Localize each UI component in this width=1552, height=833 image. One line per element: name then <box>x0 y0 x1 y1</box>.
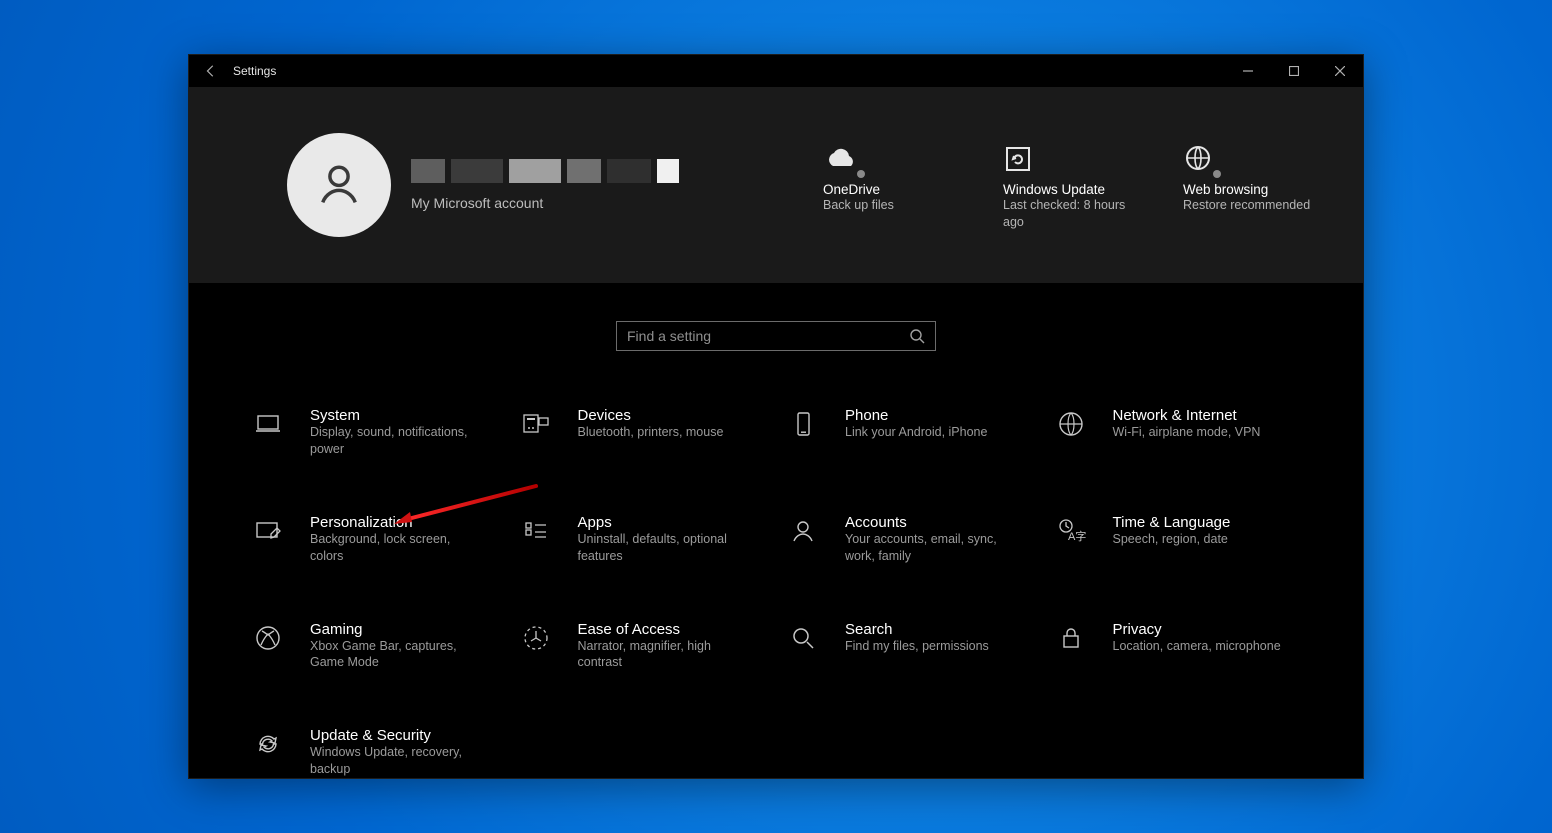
category-desc: Find my files, permissions <box>845 638 989 655</box>
body: SystemDisplay, sound, notifications, pow… <box>189 283 1363 778</box>
category-title: Devices <box>578 407 724 424</box>
account-text: My Microsoft account <box>411 159 679 211</box>
category-title: Network & Internet <box>1113 407 1261 424</box>
category-title: Ease of Access <box>578 621 748 638</box>
close-button[interactable] <box>1317 55 1363 87</box>
tile-onedrive[interactable]: OneDrive Back up files <box>823 140 955 230</box>
category-title: Privacy <box>1113 621 1281 638</box>
titlebar: Settings <box>189 55 1363 87</box>
account-subtitle: My Microsoft account <box>411 195 679 211</box>
category-desc: Windows Update, recovery, backup <box>310 744 480 778</box>
category-personalization[interactable]: PersonalizationBackground, lock screen, … <box>246 514 504 565</box>
status-dot <box>857 170 865 178</box>
tile-web-browsing[interactable]: Web browsing Restore recommended <box>1183 140 1315 230</box>
search-icon <box>781 621 825 672</box>
category-desc: Xbox Game Bar, captures, Game Mode <box>310 638 480 672</box>
laptop-icon <box>246 407 290 458</box>
tile-title: Windows Update <box>1003 182 1105 197</box>
category-title: Phone <box>845 407 987 424</box>
back-button[interactable] <box>189 64 233 78</box>
category-network[interactable]: Network & InternetWi-Fi, airplane mode, … <box>1049 407 1307 458</box>
category-desc: Link your Android, iPhone <box>845 424 987 441</box>
cloud-icon <box>823 140 857 178</box>
category-search[interactable]: SearchFind my files, permissions <box>781 621 1039 672</box>
category-title: Accounts <box>845 514 1015 531</box>
account-name-redacted <box>411 159 679 183</box>
person-icon <box>781 514 825 565</box>
category-title: System <box>310 407 480 424</box>
category-apps[interactable]: AppsUninstall, defaults, optional featur… <box>514 514 772 565</box>
category-desc: Speech, region, date <box>1113 531 1231 548</box>
maximize-button[interactable] <box>1271 55 1317 87</box>
search-icon <box>909 328 925 344</box>
category-time-language[interactable]: A字 Time & LanguageSpeech, region, date <box>1049 514 1307 565</box>
category-title: Gaming <box>310 621 480 638</box>
category-phone[interactable]: PhoneLink your Android, iPhone <box>781 407 1039 458</box>
category-desc: Bluetooth, printers, mouse <box>578 424 724 441</box>
close-icon <box>1335 66 1345 76</box>
arrow-left-icon <box>204 64 218 78</box>
category-update-security[interactable]: Update & SecurityWindows Update, recover… <box>246 727 504 778</box>
tile-sub: Restore recommended <box>1183 197 1310 213</box>
svg-text:A字: A字 <box>1068 529 1086 543</box>
status-dot <box>1213 170 1221 178</box>
person-icon <box>313 159 365 211</box>
category-desc: Background, lock screen, colors <box>310 531 480 565</box>
category-ease-of-access[interactable]: Ease of AccessNarrator, magnifier, high … <box>514 621 772 672</box>
category-desc: Wi-Fi, airplane mode, VPN <box>1113 424 1261 441</box>
category-accounts[interactable]: AccountsYour accounts, email, sync, work… <box>781 514 1039 565</box>
window-title: Settings <box>233 64 276 78</box>
category-gaming[interactable]: GamingXbox Game Bar, captures, Game Mode <box>246 621 504 672</box>
category-title: Personalization <box>310 514 480 531</box>
header-tiles: OneDrive Back up files Windows Update La… <box>823 140 1315 230</box>
account-section[interactable]: My Microsoft account <box>287 133 823 237</box>
minimize-icon <box>1243 66 1253 76</box>
update-icon <box>1003 140 1033 178</box>
tile-title: Web browsing <box>1183 182 1268 197</box>
avatar <box>287 133 391 237</box>
xbox-icon <box>246 621 290 672</box>
category-desc: Location, camera, microphone <box>1113 638 1281 655</box>
search-box[interactable] <box>616 321 936 351</box>
category-system[interactable]: SystemDisplay, sound, notifications, pow… <box>246 407 504 458</box>
category-title: Search <box>845 621 989 638</box>
globe-icon <box>1183 140 1213 178</box>
window-controls <box>1225 55 1363 87</box>
globe-icon <box>1049 407 1093 458</box>
time-language-icon: A字 <box>1049 514 1093 565</box>
category-desc: Uninstall, defaults, optional features <box>578 531 748 565</box>
tile-windows-update[interactable]: Windows Update Last checked: 8 hours ago <box>1003 140 1135 230</box>
account-header: My Microsoft account OneDrive Back up fi… <box>189 87 1363 283</box>
maximize-icon <box>1289 66 1299 76</box>
category-devices[interactable]: DevicesBluetooth, printers, mouse <box>514 407 772 458</box>
category-grid: SystemDisplay, sound, notifications, pow… <box>246 407 1306 778</box>
category-desc: Your accounts, email, sync, work, family <box>845 531 1015 565</box>
tile-sub: Last checked: 8 hours ago <box>1003 197 1135 230</box>
devices-icon <box>514 407 558 458</box>
search-input[interactable] <box>627 328 909 344</box>
category-desc: Narrator, magnifier, high contrast <box>578 638 748 672</box>
category-desc: Display, sound, notifications, power <box>310 424 480 458</box>
category-privacy[interactable]: PrivacyLocation, camera, microphone <box>1049 621 1307 672</box>
ease-of-access-icon <box>514 621 558 672</box>
apps-list-icon <box>514 514 558 565</box>
tile-sub: Back up files <box>823 197 894 213</box>
category-title: Apps <box>578 514 748 531</box>
phone-icon <box>781 407 825 458</box>
category-title: Update & Security <box>310 727 480 744</box>
lock-icon <box>1049 621 1093 672</box>
paintbrush-icon <box>246 514 290 565</box>
category-title: Time & Language <box>1113 514 1231 531</box>
tile-title: OneDrive <box>823 182 880 197</box>
sync-icon <box>246 727 290 778</box>
settings-window: Settings <box>188 54 1364 779</box>
minimize-button[interactable] <box>1225 55 1271 87</box>
